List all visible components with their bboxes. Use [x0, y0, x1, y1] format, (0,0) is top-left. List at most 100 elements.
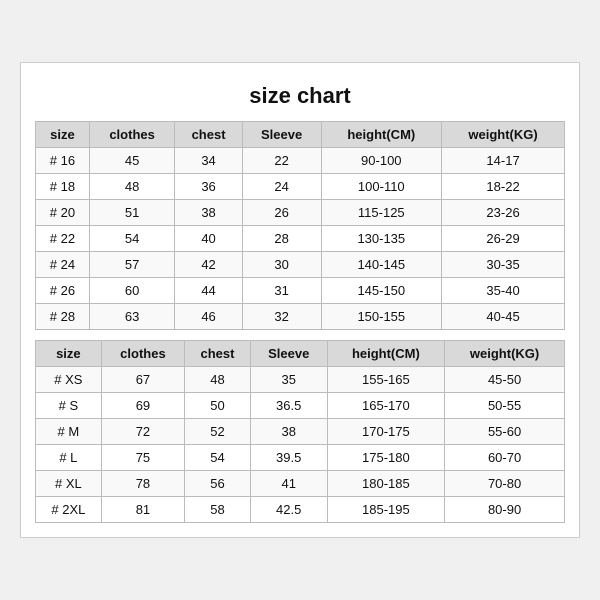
- table-cell: 36: [175, 174, 242, 200]
- table2-header-cell: Sleeve: [250, 341, 327, 367]
- table2-header: sizeclotheschestSleeveheight(CM)weight(K…: [36, 341, 565, 367]
- table-cell: # 22: [36, 226, 90, 252]
- table-cell: 40: [175, 226, 242, 252]
- table-cell: 140-145: [321, 252, 442, 278]
- table2-body: # XS674835155-16545-50# S695036.5165-170…: [36, 367, 565, 523]
- table1-body: # 1645342290-10014-17# 18483624100-11018…: [36, 148, 565, 330]
- table-row: # 20513826115-12523-26: [36, 200, 565, 226]
- table-cell: 115-125: [321, 200, 442, 226]
- table-row: # L755439.5175-18060-70: [36, 445, 565, 471]
- table-cell: 60: [89, 278, 175, 304]
- table-cell: 45-50: [445, 367, 565, 393]
- table-cell: # 2XL: [36, 497, 102, 523]
- table-cell: 42: [175, 252, 242, 278]
- table-cell: 150-155: [321, 304, 442, 330]
- table-cell: # 18: [36, 174, 90, 200]
- table-cell: 130-135: [321, 226, 442, 252]
- table2-header-cell: size: [36, 341, 102, 367]
- table-cell: 54: [89, 226, 175, 252]
- table-cell: 23-26: [442, 200, 565, 226]
- table-cell: 56: [185, 471, 251, 497]
- table-cell: 75: [101, 445, 184, 471]
- table-cell: 31: [242, 278, 321, 304]
- table-cell: # 20: [36, 200, 90, 226]
- table-cell: # 26: [36, 278, 90, 304]
- table-cell: 26-29: [442, 226, 565, 252]
- table-cell: 38: [250, 419, 327, 445]
- table-cell: 55-60: [445, 419, 565, 445]
- table-cell: 45: [89, 148, 175, 174]
- table2-header-cell: weight(KG): [445, 341, 565, 367]
- table-row: # 28634632150-15540-45: [36, 304, 565, 330]
- table-row: # 24574230140-14530-35: [36, 252, 565, 278]
- table-cell: 48: [185, 367, 251, 393]
- table-row: # 1645342290-10014-17: [36, 148, 565, 174]
- table1-header-cell: weight(KG): [442, 122, 565, 148]
- table-cell: 58: [185, 497, 251, 523]
- table-cell: # 24: [36, 252, 90, 278]
- table-cell: 57: [89, 252, 175, 278]
- table-cell: 81: [101, 497, 184, 523]
- table-cell: 39.5: [250, 445, 327, 471]
- table-cell: 14-17: [442, 148, 565, 174]
- table-cell: 52: [185, 419, 251, 445]
- table-cell: 35-40: [442, 278, 565, 304]
- table-cell: 18-22: [442, 174, 565, 200]
- table-row: # 18483624100-11018-22: [36, 174, 565, 200]
- table-cell: 36.5: [250, 393, 327, 419]
- size-table-1: sizeclotheschestSleeveheight(CM)weight(K…: [35, 121, 565, 330]
- table-cell: 30: [242, 252, 321, 278]
- table-cell: 34: [175, 148, 242, 174]
- table-cell: 175-180: [327, 445, 445, 471]
- table-cell: # XL: [36, 471, 102, 497]
- table-cell: 22: [242, 148, 321, 174]
- table-row: # 2XL815842.5185-19580-90: [36, 497, 565, 523]
- table-cell: 80-90: [445, 497, 565, 523]
- table-cell: 180-185: [327, 471, 445, 497]
- table1-header-cell: Sleeve: [242, 122, 321, 148]
- table-cell: 26: [242, 200, 321, 226]
- table-row: # 26604431145-15035-40: [36, 278, 565, 304]
- table-cell: # 28: [36, 304, 90, 330]
- table-cell: 70-80: [445, 471, 565, 497]
- table-cell: 48: [89, 174, 175, 200]
- table1-header-cell: size: [36, 122, 90, 148]
- table-cell: 24: [242, 174, 321, 200]
- size-table-2: sizeclotheschestSleeveheight(CM)weight(K…: [35, 340, 565, 523]
- table-spacer: [35, 330, 565, 340]
- table-row: # 22544028130-13526-29: [36, 226, 565, 252]
- table-cell: # M: [36, 419, 102, 445]
- table-cell: 54: [185, 445, 251, 471]
- table1-header-cell: chest: [175, 122, 242, 148]
- table-row: # M725238170-17555-60: [36, 419, 565, 445]
- table-cell: 41: [250, 471, 327, 497]
- table-cell: 30-35: [442, 252, 565, 278]
- table-cell: 42.5: [250, 497, 327, 523]
- table2-header-cell: height(CM): [327, 341, 445, 367]
- table-cell: 35: [250, 367, 327, 393]
- table-cell: 28: [242, 226, 321, 252]
- table2-header-cell: clothes: [101, 341, 184, 367]
- table-cell: 63: [89, 304, 175, 330]
- table1-header-cell: clothes: [89, 122, 175, 148]
- table-cell: 155-165: [327, 367, 445, 393]
- table-cell: 100-110: [321, 174, 442, 200]
- table-row: # S695036.5165-17050-55: [36, 393, 565, 419]
- chart-wrapper: size chart sizeclotheschestSleeveheight(…: [20, 62, 580, 538]
- table2-header-row: sizeclotheschestSleeveheight(CM)weight(K…: [36, 341, 565, 367]
- table-cell: 44: [175, 278, 242, 304]
- table1-header-cell: height(CM): [321, 122, 442, 148]
- table-cell: # XS: [36, 367, 102, 393]
- table-row: # XS674835155-16545-50: [36, 367, 565, 393]
- table-cell: # L: [36, 445, 102, 471]
- table1-header: sizeclotheschestSleeveheight(CM)weight(K…: [36, 122, 565, 148]
- table-cell: 51: [89, 200, 175, 226]
- table-cell: 67: [101, 367, 184, 393]
- table1-header-row: sizeclotheschestSleeveheight(CM)weight(K…: [36, 122, 565, 148]
- table-cell: 38: [175, 200, 242, 226]
- table-cell: 145-150: [321, 278, 442, 304]
- table-cell: 165-170: [327, 393, 445, 419]
- table-cell: 69: [101, 393, 184, 419]
- table-cell: 90-100: [321, 148, 442, 174]
- chart-title: size chart: [35, 73, 565, 121]
